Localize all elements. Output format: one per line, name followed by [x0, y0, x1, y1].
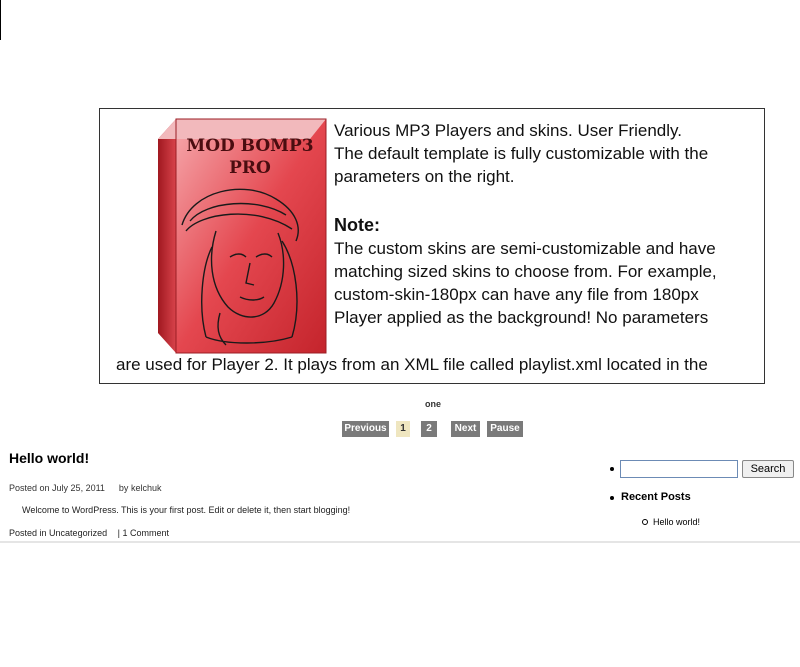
category-link[interactable]: Uncategorized [49, 528, 107, 538]
page-2-button[interactable]: 2 [421, 421, 437, 437]
post-author-link[interactable]: kelchuk [131, 483, 162, 493]
post-footer: Posted in Uncategorized | 1 Comment [9, 528, 169, 538]
recent-posts-bullet [610, 496, 614, 500]
post-title[interactable]: Hello world! [9, 450, 89, 466]
by-prefix: by [118, 483, 129, 493]
slide-line-3: parameters on the right. [334, 167, 515, 186]
post-meta: Posted on July 25, 2011 by kelchuk [9, 483, 161, 493]
content-divider [0, 541, 800, 543]
recent-post-link[interactable]: Hello world! [653, 517, 700, 527]
window-edge-mark [0, 0, 1, 40]
note-line-2: matching sized skins to choose from. For… [334, 262, 717, 281]
recent-post-bullet [642, 519, 648, 525]
recent-posts-title: Recent Posts [621, 491, 691, 503]
slide-line-1: Various MP3 Players and skins. User Frie… [334, 121, 682, 140]
search-button[interactable]: Search [742, 460, 794, 478]
slide-line-2: The default template is fully customizab… [334, 144, 709, 163]
slide-caption: one [424, 399, 441, 409]
footer-separator: | [117, 528, 120, 538]
page-1-button[interactable]: 1 [396, 421, 410, 437]
slideshow-nav: Previous 1 2 Next Pause [0, 421, 800, 437]
note-line-1: The custom skins are semi-customizable a… [334, 239, 716, 258]
software-box-image: MOD BOMP3 PRO [158, 118, 327, 354]
comments-link[interactable]: 1 Comment [122, 528, 169, 538]
next-button[interactable]: Next [451, 421, 480, 437]
note-heading: Note: [334, 215, 380, 235]
slideshow-frame: MOD BOMP3 PRO Various MP3 Players and sk… [99, 108, 765, 384]
box-title-line2: PRO [229, 158, 271, 178]
posted-in-prefix: Posted in [9, 528, 47, 538]
post-body: Welcome to WordPress. This is your first… [22, 505, 351, 515]
previous-button[interactable]: Previous [342, 421, 389, 437]
post-date-link[interactable]: July 25, 2011 [52, 483, 105, 493]
slide-wide-line: are used for Player 2. It plays from an … [116, 355, 708, 374]
search-widget-bullet [610, 467, 614, 471]
posted-on-prefix: Posted on [9, 483, 50, 493]
slide-description: Various MP3 Players and skins. User Frie… [334, 119, 754, 329]
search-input[interactable] [620, 460, 738, 478]
note-line-4: Player applied as the background! No par… [334, 308, 709, 327]
pause-button[interactable]: Pause [487, 421, 523, 437]
box-title-line1: MOD BOMP3 [186, 136, 313, 156]
note-line-3: custom-skin-180px can have any file from… [334, 285, 699, 304]
